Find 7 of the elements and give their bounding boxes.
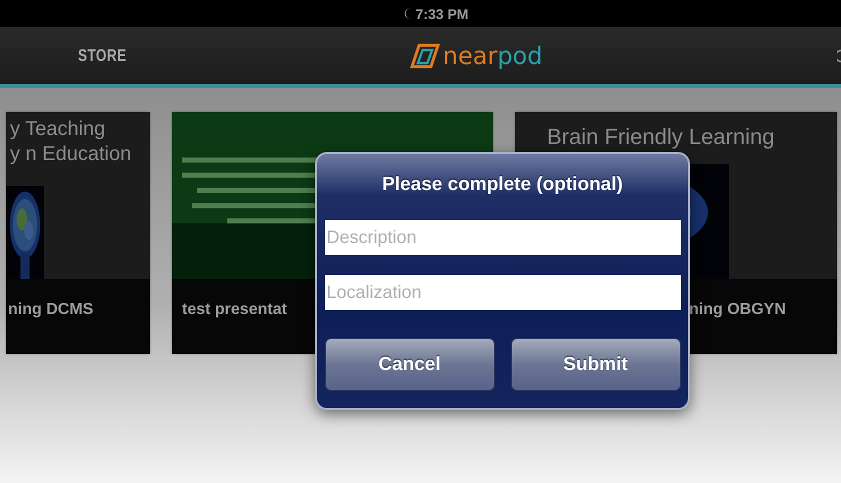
dialog-title: Please complete (optional) [382, 174, 623, 196]
slide-title: Brain Friendly Learning [546, 123, 776, 149]
slide-title: y Teaching y n Education [9, 117, 132, 167]
card-title: ning OBGYN [689, 301, 786, 318]
clock-time: 7:33 PM [416, 6, 468, 22]
card-title: ning DCMS [8, 301, 94, 318]
card-title: test presentat [182, 301, 287, 318]
